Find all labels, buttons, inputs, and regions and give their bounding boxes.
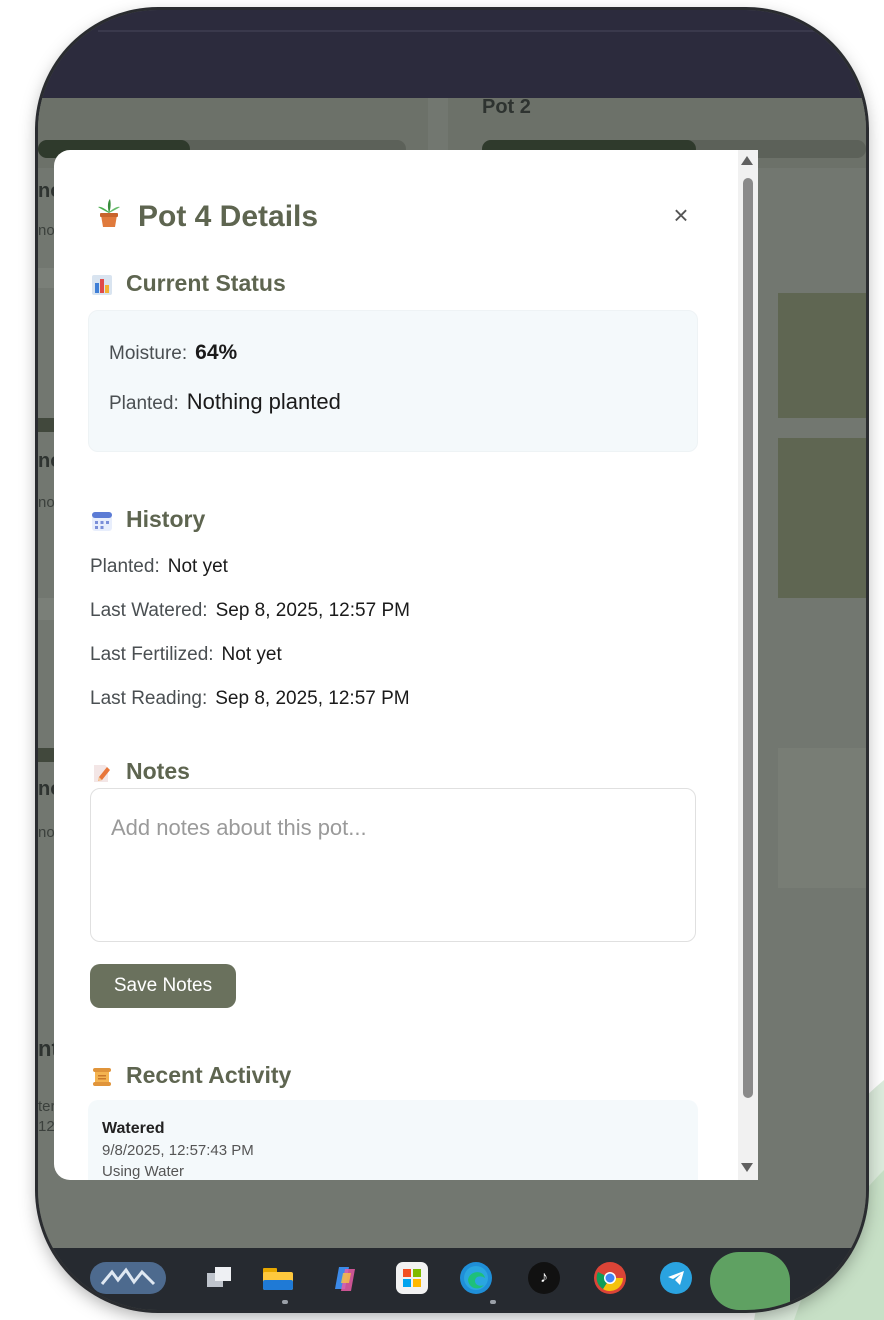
modal-content: Pot 4 Details × Current Status Moisture:… [54, 150, 734, 1180]
task-view-icon[interactable] [204, 1262, 236, 1294]
history-label: Last Fertilized: [90, 644, 214, 665]
telegram-icon[interactable] [660, 1262, 692, 1294]
memo-icon [92, 762, 112, 782]
notes-heading: Notes [92, 758, 190, 785]
history-label: Last Watered: [90, 600, 208, 621]
window-top-bar [38, 10, 866, 98]
bar-chart-icon [92, 274, 112, 295]
activity-detail: Using Water [102, 1163, 184, 1180]
modal-scrollbar[interactable] [738, 150, 758, 1180]
microsoft-store-icon[interactable] [396, 1262, 428, 1294]
history-value: Sep 8, 2025, 12:57 PM [215, 688, 410, 709]
wallpaper-thumbnail-icon[interactable] [90, 1262, 166, 1294]
current-status-heading: Current Status [92, 270, 286, 297]
file-explorer-icon[interactable] [262, 1262, 294, 1294]
scrollbar-thumb[interactable] [743, 178, 753, 1098]
pot-details-modal: Pot 4 Details × Current Status Moisture:… [54, 150, 758, 1180]
moisture-row: Moisture: 64% [109, 341, 237, 365]
notes-textarea[interactable] [90, 788, 696, 942]
scroll-icon [92, 1066, 112, 1086]
modal-title-text: Pot 4 Details [138, 200, 319, 233]
history-value: Not yet [167, 556, 228, 577]
close-icon: × [673, 199, 689, 230]
history-value: Sep 8, 2025, 12:57 PM [215, 600, 410, 621]
scroll-down-arrow-icon[interactable] [741, 1163, 753, 1172]
history-label: Last Reading: [90, 688, 208, 709]
copilot-icon[interactable] [330, 1262, 362, 1294]
planted-value: Nothing planted [186, 389, 341, 414]
save-notes-button[interactable]: Save Notes [90, 964, 236, 1008]
activity-timestamp: 9/8/2025, 12:57:43 PM [102, 1142, 254, 1159]
close-button[interactable]: × [666, 200, 696, 230]
chrome-icon[interactable] [594, 1262, 626, 1294]
planted-label: Planted: [109, 393, 179, 414]
modal-title: Pot 4 Details [96, 198, 318, 236]
history-value: Not yet [221, 644, 282, 665]
history-row-last-watered: Last Watered: Sep 8, 2025, 12:57 PM [90, 600, 410, 622]
history-title: History [126, 506, 206, 532]
status-box: Moisture: 64% Planted: Nothing planted [88, 310, 698, 452]
activity-action: Watered [102, 1120, 165, 1137]
current-status-title: Current Status [126, 270, 286, 296]
tiktok-icon[interactable]: ♪ [528, 1262, 560, 1294]
moisture-value: 64% [195, 341, 238, 364]
recent-activity-title: Recent Activity [126, 1062, 292, 1088]
potted-plant-icon [96, 198, 122, 236]
calendar-icon [92, 510, 112, 531]
planted-row: Planted: Nothing planted [109, 389, 341, 415]
history-row-last-reading: Last Reading: Sep 8, 2025, 12:57 PM [90, 688, 410, 710]
history-label: Planted: [90, 556, 160, 577]
taskbar: ♪ [38, 1248, 866, 1310]
bg-pot2-title: Pot 2 [482, 96, 531, 116]
scroll-up-arrow-icon[interactable] [741, 156, 753, 165]
moisture-label: Moisture: [109, 343, 188, 364]
screen: Pot 2 nois nove ( nois nove ( nois nove … [0, 0, 884, 1320]
save-notes-label: Save Notes [113, 975, 213, 996]
history-heading: History [92, 506, 205, 533]
edge-browser-icon[interactable] [460, 1262, 492, 1294]
notes-title: Notes [126, 758, 190, 784]
activity-item: Watered 9/8/2025, 12:57:43 PM Using Wate… [88, 1100, 698, 1180]
history-row-last-fertilized: Last Fertilized: Not yet [90, 644, 282, 666]
recent-activity-heading: Recent Activity [92, 1062, 291, 1089]
history-row-planted: Planted: Not yet [90, 556, 228, 578]
widget-leaf-icon[interactable] [710, 1252, 790, 1310]
